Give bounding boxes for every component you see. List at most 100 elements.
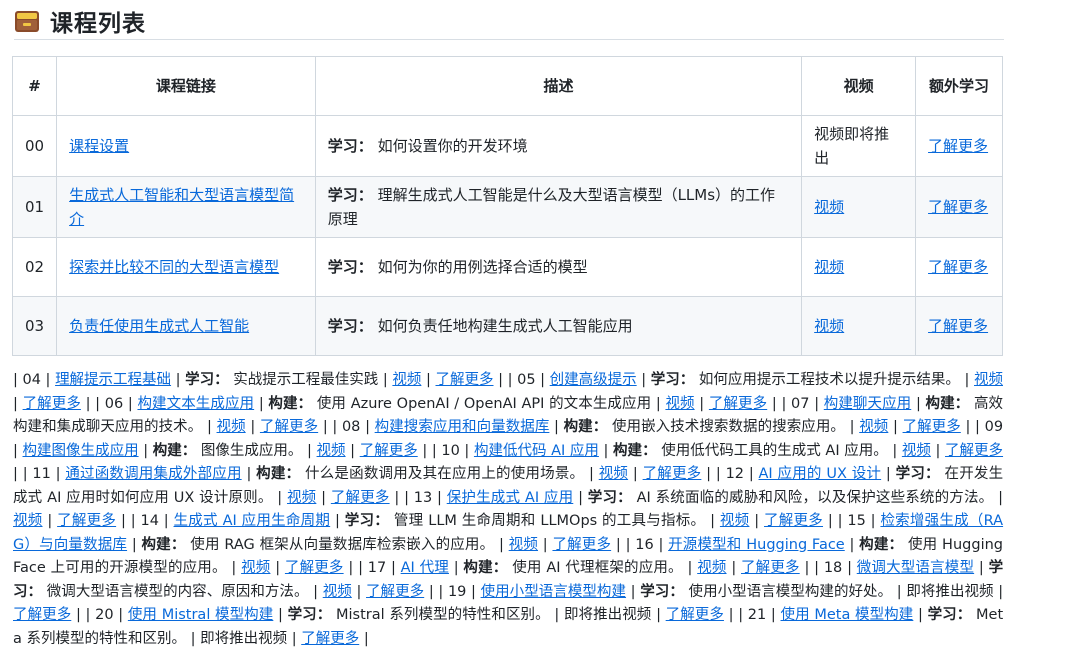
- course-number: 04: [22, 372, 41, 388]
- course-number: 20: [95, 607, 114, 623]
- course-description: 学习： 理解生成式人工智能是什么及大型语言模型（LLMs）的工作原理: [314, 176, 803, 238]
- learn-more-link[interactable]: 了解更多: [945, 443, 1003, 459]
- course-link[interactable]: 探索并比较不同的大型语言模型: [69, 258, 279, 276]
- video-link[interactable]: 视频: [974, 372, 1003, 388]
- learn-more-link[interactable]: 了解更多: [331, 490, 390, 506]
- learn-more-link[interactable]: 了解更多: [666, 607, 724, 623]
- course-link[interactable]: 创建高级提示: [550, 372, 637, 388]
- course-link[interactable]: 负责任使用生成式人工智能: [69, 317, 249, 335]
- learn-more-link[interactable]: 了解更多: [764, 513, 823, 529]
- description-label: 构建：: [141, 536, 186, 553]
- course-link[interactable]: AI 应用的 UX 设计: [759, 466, 882, 482]
- course-link[interactable]: 使用小型语言模型构建: [481, 584, 626, 600]
- video-link[interactable]: 视频: [323, 584, 352, 600]
- description-label: 学习：: [327, 137, 373, 155]
- table-row: 03 负责任使用生成式人工智能 学习： 如何负责任地构建生成式人工智能应用 视频 了解更…: [11, 296, 1003, 356]
- learn-more-link[interactable]: 了解更多: [552, 537, 611, 553]
- course-link[interactable]: 构建聊天应用: [824, 396, 911, 412]
- learn-more-link[interactable]: 了解更多: [928, 137, 988, 155]
- learn-more-link[interactable]: 了解更多: [928, 258, 988, 276]
- learn-more-link[interactable]: 了解更多: [643, 466, 702, 482]
- description-text: 使用 Azure OpenAI / OpenAI API 的文本生成应用: [316, 395, 652, 412]
- page-title: 课程列表: [50, 10, 146, 37]
- header-number: #: [11, 56, 58, 116]
- video-cell: 视频: [801, 296, 917, 356]
- video-link[interactable]: 视频: [509, 537, 538, 553]
- extra-learning-cell: 了解更多: [915, 115, 1003, 177]
- video-link[interactable]: 视频: [241, 560, 270, 576]
- card-file-box-icon: [15, 10, 39, 32]
- course-number: 10: [441, 442, 460, 459]
- course-number: 14: [140, 513, 159, 529]
- description-label: 构建：: [613, 442, 657, 459]
- learn-more-link[interactable]: 了解更多: [260, 419, 318, 435]
- course-link[interactable]: 课程设置: [69, 137, 129, 155]
- description-label: 学习：: [344, 513, 390, 529]
- course-link[interactable]: 构建低代码 AI 应用: [474, 443, 599, 459]
- video-link[interactable]: 视频: [287, 490, 316, 506]
- video-link[interactable]: 视频: [665, 396, 694, 412]
- course-link[interactable]: 开源模型和 Hugging Face: [668, 537, 845, 553]
- description-text: 如何设置你的开发环境: [377, 137, 528, 155]
- course-link-cell: 生成式人工智能和大型语言模型简介: [56, 176, 316, 238]
- video-link[interactable]: 视频: [599, 466, 628, 482]
- course-link[interactable]: 使用 Meta 模型构建: [781, 607, 914, 623]
- learn-more-link[interactable]: 了解更多: [23, 396, 81, 412]
- course-link[interactable]: 理解提示工程基础: [55, 372, 171, 388]
- video-link[interactable]: 视频: [814, 258, 844, 276]
- description-label: 构建：: [859, 536, 904, 553]
- description-text: 使用 AI 代理框架的应用。: [512, 560, 683, 576]
- video-coming-soon: 即将推出视频: [563, 607, 652, 623]
- video-link[interactable]: 视频: [814, 317, 844, 335]
- extra-learning-cell: 了解更多: [915, 296, 1003, 356]
- learn-more-link[interactable]: 了解更多: [301, 631, 359, 647]
- description-label: 构建：: [152, 442, 197, 459]
- video-coming-soon: 即将推出视频: [200, 630, 288, 647]
- course-link[interactable]: 使用 Mistral 模型构建: [128, 607, 273, 623]
- course-number: 08: [341, 419, 361, 435]
- course-link[interactable]: 构建文本生成应用: [137, 396, 254, 412]
- learn-more-link[interactable]: 了解更多: [57, 513, 116, 529]
- learn-more-link[interactable]: 了解更多: [436, 372, 494, 388]
- course-number: 00: [11, 115, 58, 177]
- course-link[interactable]: 生成式 AI 应用生命周期: [174, 513, 331, 529]
- video-link[interactable]: 视频: [317, 443, 346, 459]
- learn-more-link[interactable]: 了解更多: [928, 317, 988, 335]
- video-link[interactable]: 视频: [902, 443, 931, 459]
- course-link[interactable]: AI 代理: [401, 560, 449, 576]
- learn-more-link[interactable]: 了解更多: [366, 584, 424, 600]
- video-link[interactable]: 视频: [392, 372, 421, 388]
- course-link[interactable]: 构建搜索应用和向量数据库: [375, 419, 550, 435]
- video-link[interactable]: 视频: [814, 198, 844, 216]
- description-label: 学习：: [185, 372, 229, 388]
- learn-more-link[interactable]: 了解更多: [360, 443, 418, 459]
- course-link[interactable]: 保护生成式 AI 应用: [447, 490, 574, 506]
- description-label: 学习：: [587, 489, 632, 506]
- header-video: 视频: [801, 56, 917, 116]
- table-header-row: # 课程链接 描述 视频 额外学习: [11, 56, 1003, 116]
- course-link[interactable]: 通过函数调用集成外部应用: [65, 466, 241, 482]
- header-description: 描述: [314, 56, 803, 116]
- page-heading: 课程列表: [14, 2, 1004, 40]
- learn-more-link[interactable]: 了解更多: [903, 419, 961, 435]
- course-link[interactable]: 生成式人工智能和大型语言模型简介: [69, 186, 294, 228]
- description-label: 学习：: [895, 466, 940, 482]
- video-link[interactable]: 视频: [697, 560, 726, 576]
- course-link[interactable]: 微调大型语言模型: [857, 560, 974, 576]
- video-cell: 视频即将推出: [801, 115, 917, 177]
- course-link[interactable]: 构建图像生成应用: [23, 443, 139, 459]
- video-link[interactable]: 视频: [217, 419, 246, 435]
- video-link[interactable]: 视频: [13, 513, 43, 529]
- video-link[interactable]: 视频: [859, 419, 888, 435]
- description-text: 如何为你的用例选择合适的模型: [377, 258, 588, 276]
- learn-more-link[interactable]: 了解更多: [709, 396, 767, 412]
- learn-more-link[interactable]: 了解更多: [13, 607, 71, 623]
- video-link[interactable]: 视频: [720, 513, 750, 529]
- course-number: 16: [635, 536, 654, 553]
- video-coming-soon: 即将推出视频: [906, 583, 994, 600]
- learn-more-link[interactable]: 了解更多: [285, 560, 344, 576]
- learn-more-link[interactable]: 了解更多: [741, 560, 800, 576]
- extra-learning-cell: 了解更多: [915, 237, 1003, 297]
- learn-more-link[interactable]: 了解更多: [928, 198, 988, 216]
- course-link-cell: 探索并比较不同的大型语言模型: [56, 237, 316, 297]
